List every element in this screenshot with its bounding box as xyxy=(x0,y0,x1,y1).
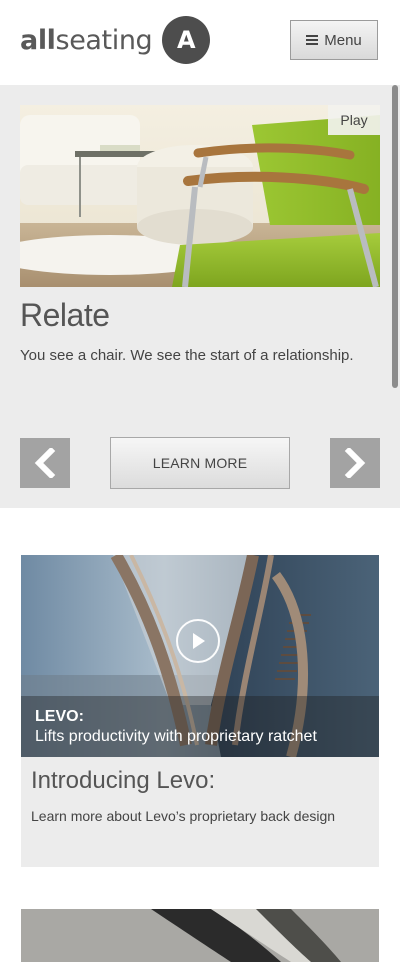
logo-wordmark: allseating xyxy=(20,24,153,56)
hero-slider: Play Relate You see a chair. We see the … xyxy=(0,85,400,508)
hero-image[interactable]: Play xyxy=(20,105,380,287)
next-card-image[interactable] xyxy=(21,909,379,962)
levo-feature-card[interactable]: LEVO: Lifts productivity with proprietar… xyxy=(21,555,379,867)
card-description: Learn more about Levo’s proprietary back… xyxy=(31,808,336,824)
site-header: allseating A Menu xyxy=(0,0,400,85)
scrollbar-thumb[interactable] xyxy=(392,85,398,388)
levo-video-thumbnail[interactable]: LEVO: Lifts productivity with proprietar… xyxy=(21,555,379,757)
chevron-left-icon xyxy=(34,448,56,478)
video-caption: LEVO: Lifts productivity with proprietar… xyxy=(21,696,379,757)
chair-closeup-photo xyxy=(21,909,379,962)
previous-slide-button[interactable] xyxy=(20,438,70,488)
play-button[interactable]: Play xyxy=(328,105,380,135)
hero-title: Relate xyxy=(20,297,110,333)
video-caption-title: LEVO: xyxy=(35,708,84,725)
green-chair-photo xyxy=(20,105,380,287)
logo-mark-icon: A xyxy=(162,16,211,64)
hamburger-icon xyxy=(306,35,319,45)
learn-more-label: LEARN MORE xyxy=(152,455,248,471)
learn-more-button[interactable]: LEARN MORE xyxy=(110,437,290,489)
chevron-right-icon xyxy=(344,448,366,478)
menu-button-label: Menu xyxy=(324,31,362,49)
allseating-logo[interactable]: allseating A xyxy=(20,16,211,64)
video-caption-subtitle: Lifts productivity with proprietary ratc… xyxy=(35,728,317,745)
menu-button[interactable]: Menu xyxy=(290,20,378,60)
hero-description: You see a chair. We see the start of a r… xyxy=(20,347,354,364)
next-slide-button[interactable] xyxy=(330,438,380,488)
play-triangle-icon xyxy=(193,633,205,649)
card-title[interactable]: Introducing Levo: xyxy=(31,767,215,795)
play-circle-icon[interactable] xyxy=(176,619,220,663)
